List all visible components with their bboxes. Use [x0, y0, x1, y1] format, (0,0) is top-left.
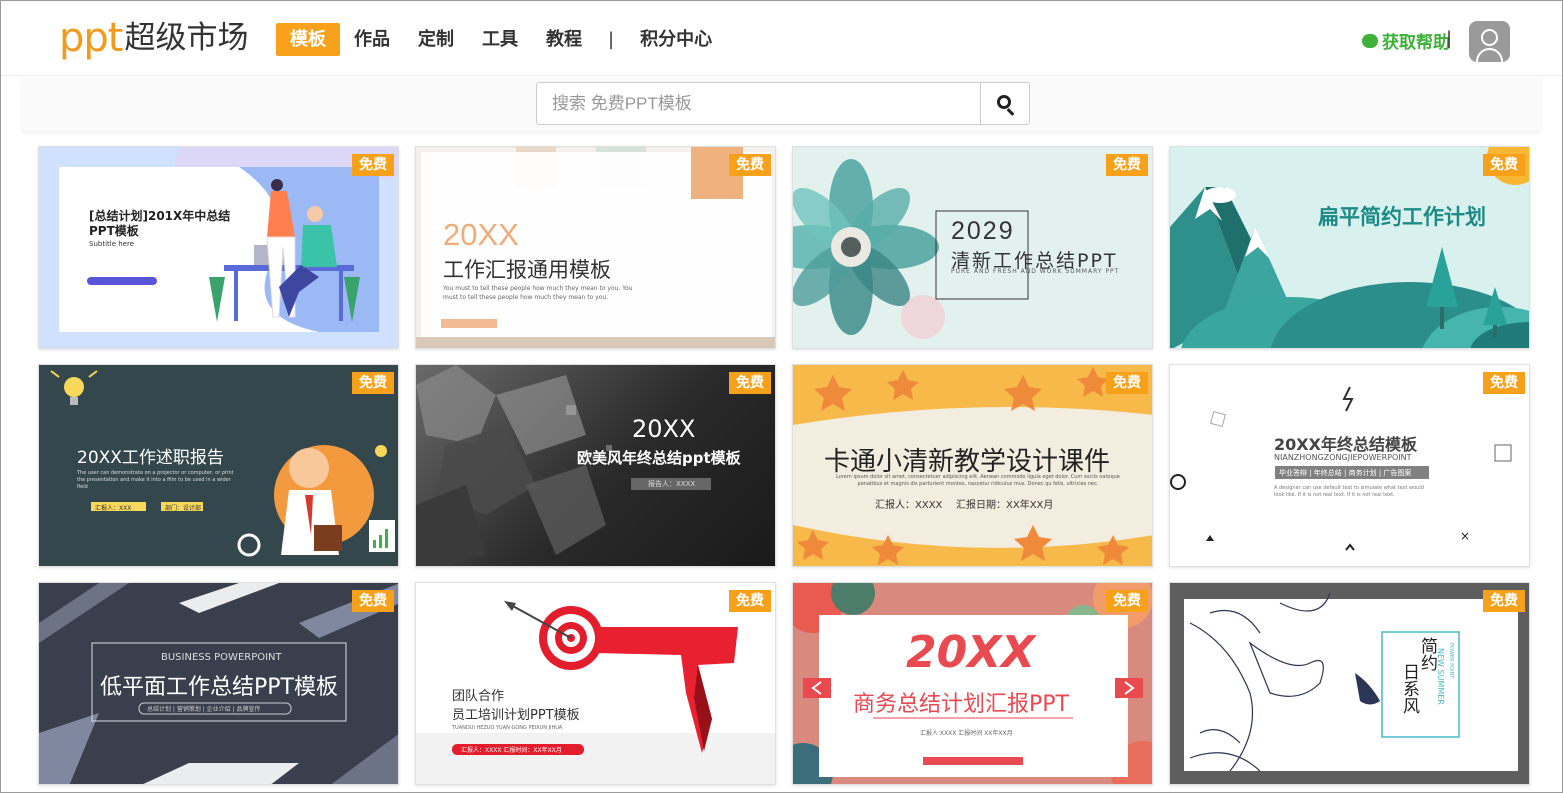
free-badge: 免费	[1483, 372, 1525, 394]
card-subtitle: NEW SUMMER	[1436, 648, 1445, 705]
card-illustration: ×	[1170, 386, 1512, 551]
card-subtitle: NIANZHONGZONGJIEPOWERPOINT	[1274, 453, 1412, 462]
nav-item-works[interactable]: 作品	[340, 23, 404, 56]
card-title: 扁平简约工作计划	[1318, 205, 1486, 229]
card-title: 20XX年终总结模板	[1274, 435, 1417, 454]
card-title: 团队合作	[452, 689, 505, 704]
free-badge: 免费	[1483, 154, 1525, 176]
card-reporter: 汇报人：XXXX 汇报时间：XX年XX月	[461, 747, 562, 754]
card-body: You must to tell these people how much t…	[443, 285, 633, 301]
card-title: 2029	[951, 217, 1015, 245]
free-badge: 免费	[352, 154, 394, 176]
card-title: 20XX	[632, 415, 696, 443]
help-link[interactable]: 获取帮助	[1362, 28, 1450, 53]
page: ppt 超级市场 模板 作品 定制 工具 教程 | 积分中心 获取帮助 | 搜索…	[0, 0, 1563, 793]
card-date: 汇报日期：XX年XX月	[956, 500, 1054, 511]
template-card[interactable]: 团队合作 员工培训计划PPT模板 TUANDUI HEZUO YUAN GONG…	[415, 582, 776, 785]
card-reporter: 汇报人：XXX	[95, 505, 132, 512]
free-badge: 免费	[1106, 154, 1148, 176]
template-card[interactable]: × 20XX年终总结模板 NIANZHONGZONGJIEPOWERPOINT …	[1169, 364, 1530, 567]
card-reporter: 报告人：XXXX	[648, 480, 696, 488]
logo-cjk: 超级市场	[124, 19, 249, 56]
help-label: 获取帮助	[1382, 33, 1450, 53]
logo-latin: ppt	[59, 15, 123, 61]
chat-icon	[1362, 33, 1378, 48]
card-illustration	[39, 147, 398, 348]
nav-separator: |	[608, 29, 615, 50]
user-icon	[1481, 29, 1498, 46]
free-badge: 免费	[1106, 590, 1148, 612]
template-card[interactable]: 20XX 欧美风年终总结ppt模板 报告人：XXXX 免费	[415, 364, 776, 567]
search-icon	[996, 95, 1011, 109]
card-title-2: 商务总结计划汇报PPT	[853, 692, 1069, 717]
card-illustration	[1170, 147, 1529, 348]
site-logo[interactable]: ppt 超级市场	[59, 15, 248, 61]
card-title: 20XX	[443, 217, 519, 252]
main-nav: 模板 作品 定制 工具 教程 | 积分中心	[276, 23, 726, 56]
header-separator: |	[1446, 28, 1453, 49]
search-input[interactable]	[537, 83, 980, 124]
template-card[interactable]: 20XX工作述职报告 The user can demonstrate on a…	[38, 364, 399, 567]
template-card[interactable]: 卡通小清新教学设计课件 Lorem ipsum dolor sit amet, …	[792, 364, 1153, 567]
card-tags: 总结计划 | 营销策划 | 企业介绍 | 品牌宣传	[147, 706, 261, 713]
card-body: A designer can use default text to simul…	[1274, 485, 1424, 498]
nav-item-tutorials[interactable]: 教程	[532, 23, 596, 56]
card-illustration	[793, 583, 1152, 784]
card-illustration	[416, 601, 775, 784]
free-badge: 免费	[729, 372, 771, 394]
nav-item-points[interactable]: 积分中心	[626, 23, 726, 56]
card-reporter: 汇报人 XXXX 汇报时间 XX年XX月	[920, 730, 1013, 737]
card-body: The user can demonstrate on a projector …	[77, 470, 234, 490]
card-title-2: PPT模板	[89, 224, 139, 238]
card-tags: 毕业答辩 | 年终总结 | 商务计划 | 广告图案	[1279, 469, 1412, 477]
user-icon-body	[1476, 48, 1503, 62]
free-badge: 免费	[729, 590, 771, 612]
free-badge: 免费	[1106, 372, 1148, 394]
template-card[interactable]: [总结计划]201X年中总结 PPT模板 Subtitle here 免费	[38, 146, 399, 349]
card-title-2: 低平面工作总结PPT模板	[100, 675, 338, 700]
search-button[interactable]	[980, 83, 1029, 124]
card-subtitle: PURE AND FRESH AND WORK SUMMARY PPT	[951, 268, 1120, 275]
card-reporter: 汇报人：XXXX	[875, 500, 943, 511]
nav-item-templates[interactable]: 模板	[276, 23, 340, 56]
template-card[interactable]: 20XX 商务总结计划汇报PPT 汇报人 XXXX 汇报时间 XX年XX月 免费	[792, 582, 1153, 785]
free-badge: 免费	[729, 154, 771, 176]
template-card[interactable]: BUSINESS POWERPOINT 低平面工作总结PPT模板 总结计划 | …	[38, 582, 399, 785]
free-badge: 免费	[352, 590, 394, 612]
nav-item-tools[interactable]: 工具	[468, 23, 532, 56]
free-badge: 免费	[352, 372, 394, 394]
svg-text:×: ×	[1460, 529, 1470, 543]
template-card[interactable]: 扁平简约工作计划 免费	[1169, 146, 1530, 349]
card-title-2: 欧美风年终总结ppt模板	[577, 449, 741, 467]
template-card[interactable]: 2029 清新工作总结PPT PURE AND FRESH AND WORK S…	[792, 146, 1153, 349]
card-title-2: 员工培训计划PPT模板	[452, 708, 580, 723]
card-tag: POWER POINT	[1448, 643, 1454, 679]
card-title: BUSINESS POWERPOINT	[161, 652, 282, 663]
search-box	[536, 82, 1030, 125]
card-title-2: 日系风	[1399, 663, 1419, 714]
top-header: ppt 超级市场 模板 作品 定制 工具 教程 | 积分中心 获取帮助 |	[1, 1, 1562, 76]
card-subtitle: TUANDUI HEZUO YUAN GONG PEIXUN JIHUA	[452, 725, 563, 731]
nav-item-custom[interactable]: 定制	[404, 23, 468, 56]
card-title-2: 工作汇报通用模板	[443, 258, 611, 282]
free-badge: 免费	[1483, 590, 1525, 612]
user-avatar[interactable]	[1469, 21, 1510, 62]
card-illustration	[1184, 592, 1518, 772]
template-card[interactable]: 简约 日系风 NEW SUMMER POWER POINT 免费	[1169, 582, 1530, 785]
template-card[interactable]: 20XX 工作汇报通用模板 You must to tell these peo…	[415, 146, 776, 349]
card-subtitle: Subtitle here	[89, 240, 135, 248]
card-title: 20XX工作述职报告	[77, 448, 224, 468]
card-title: 卡通小清新教学设计课件	[824, 447, 1111, 477]
card-body: Lorem ipsum dolor sit amet, consectetuer…	[836, 474, 1120, 487]
card-department: 部门：设计部	[165, 505, 202, 512]
card-title: 20XX	[906, 627, 1036, 678]
